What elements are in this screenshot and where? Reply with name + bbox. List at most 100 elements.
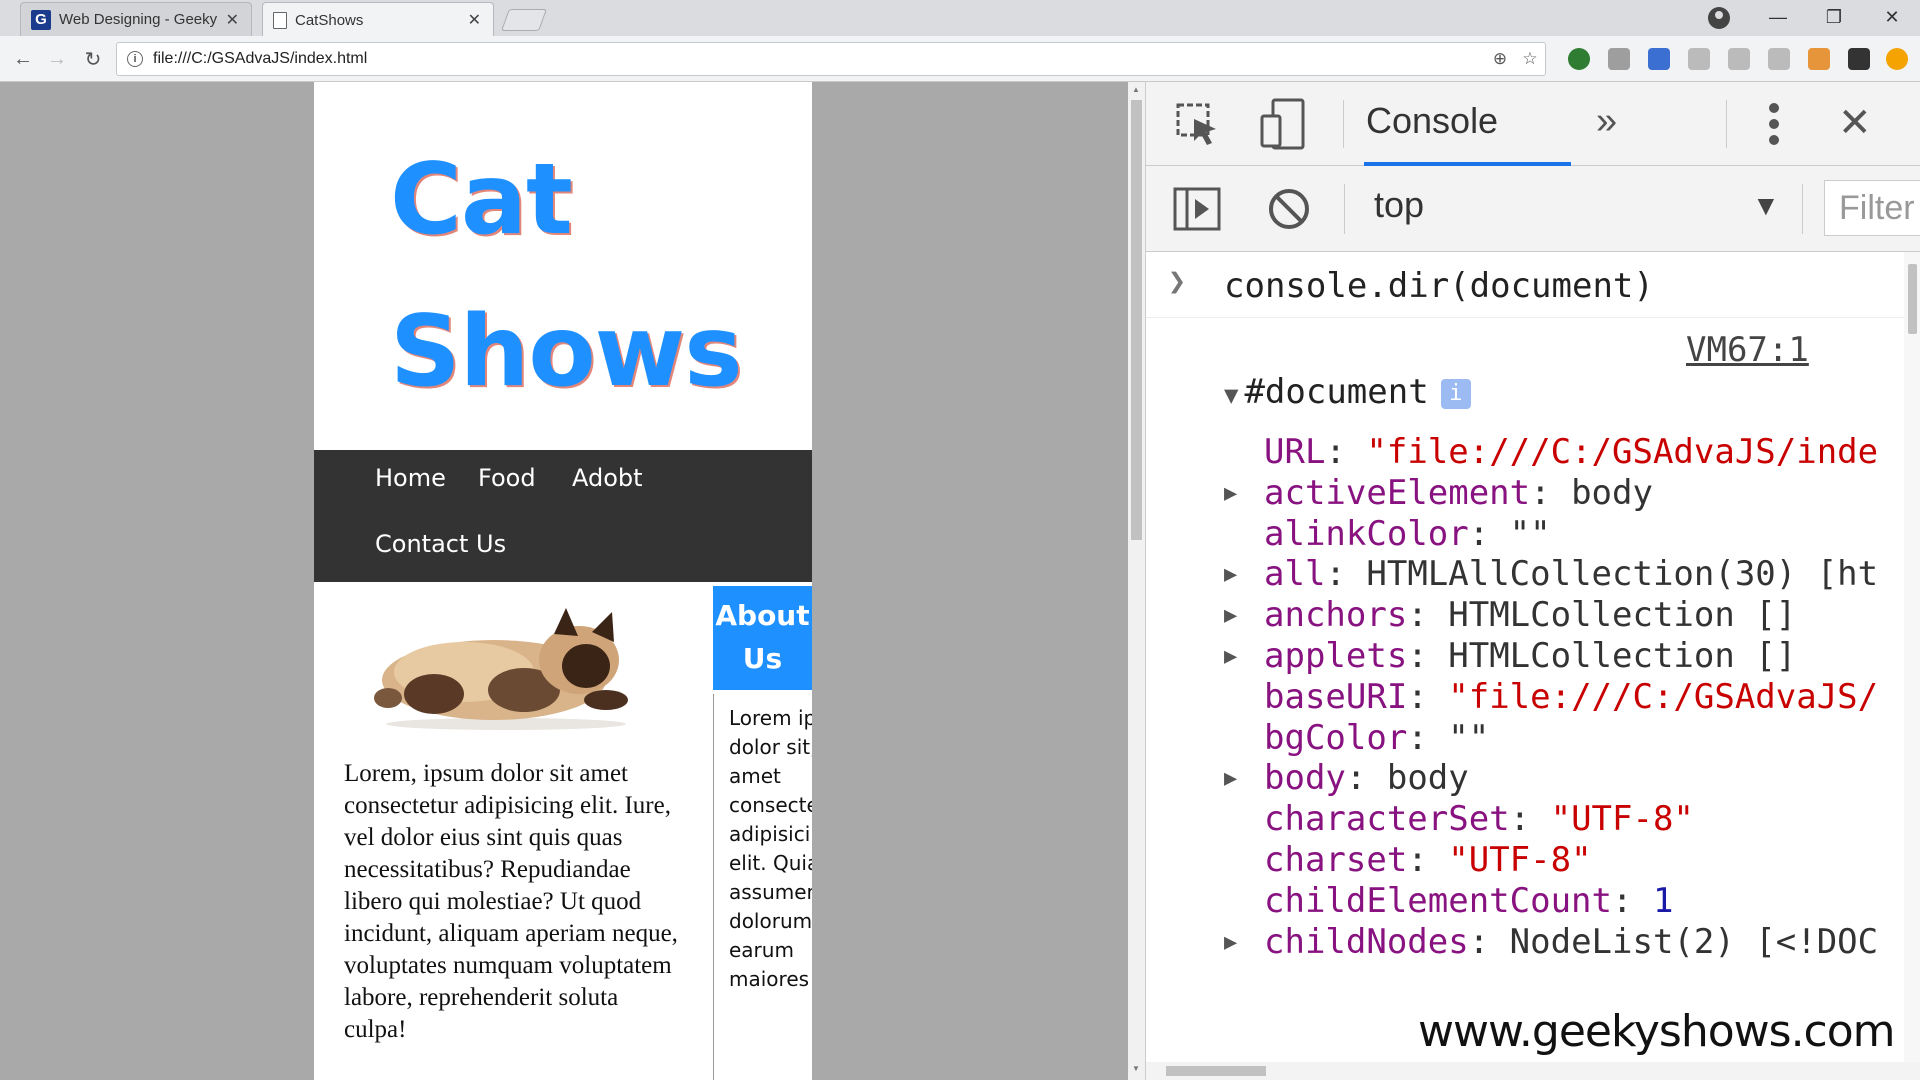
devtools-menu-icon[interactable] xyxy=(1764,102,1784,146)
tab-close-icon[interactable]: ✕ xyxy=(468,10,481,30)
document-object-row[interactable]: ▼ #document i xyxy=(1224,372,1471,412)
extension-code-icon[interactable] xyxy=(1768,48,1790,70)
page-scrollbar[interactable]: ▲ ▼ xyxy=(1128,82,1145,1080)
about-heading: About Us xyxy=(713,586,812,690)
about-paragraph: Lorem ipsum dolor sit, amet consectetur … xyxy=(713,694,812,1080)
console-scrollbar[interactable] xyxy=(1904,252,1920,1062)
console-command-row: ❯ console.dir(document) xyxy=(1146,252,1904,318)
collapsed-triangle-icon[interactable]: ▶ xyxy=(1224,562,1237,587)
browser-toolbar: ← → ↻ i file:///C:/GSAdvaJS/index.html ⊕… xyxy=(0,36,1920,82)
devtools-panel: Console » ✕ top ▼ Filter ❯ console.dir(d… xyxy=(1145,82,1920,1080)
window-close-icon[interactable]: ✕ xyxy=(1870,0,1914,34)
property-key: activeElement xyxy=(1264,472,1531,513)
console-hscrollbar-thumb[interactable] xyxy=(1166,1066,1266,1076)
extension-incognito-icon[interactable] xyxy=(1848,48,1870,70)
info-badge-icon[interactable]: i xyxy=(1440,378,1471,409)
catshows-site: Cat Shows Home Food Adobt Contact Us Lor… xyxy=(314,82,812,1080)
nav-home-link[interactable]: Home xyxy=(375,464,446,492)
devtools-close-icon[interactable]: ✕ xyxy=(1838,100,1872,146)
collapsed-triangle-icon[interactable]: ▶ xyxy=(1224,766,1237,791)
main-paragraph: Lorem, ipsum dolor sit amet consectetur … xyxy=(344,760,678,1043)
property-value: NodeList(2) [<!DOC xyxy=(1509,921,1879,962)
toolbar-divider xyxy=(1802,184,1803,234)
console-filter-input[interactable]: Filter xyxy=(1824,180,1920,236)
console-hscrollbar[interactable] xyxy=(1146,1062,1920,1080)
watermark: www.geekyshows.com xyxy=(1418,1006,1896,1057)
back-arrow-icon[interactable]: ← xyxy=(10,46,36,72)
property-colon: : xyxy=(1407,676,1449,717)
scroll-down-icon[interactable]: ▼ xyxy=(1132,1064,1140,1073)
property-key: childNodes xyxy=(1264,921,1469,962)
expanded-triangle-icon[interactable]: ▼ xyxy=(1224,381,1238,409)
property-colon: : xyxy=(1345,758,1387,799)
nav-adobt-link[interactable]: Adobt xyxy=(572,464,643,492)
site-info-icon[interactable]: i xyxy=(127,51,143,67)
document-label: #document xyxy=(1244,372,1429,412)
extension-puzzle-icon[interactable] xyxy=(1728,48,1750,70)
new-tab-button[interactable] xyxy=(500,9,548,31)
property-key: all xyxy=(1264,554,1326,595)
extension-formula-icon[interactable] xyxy=(1688,48,1710,70)
context-selector[interactable]: top xyxy=(1374,184,1424,226)
property-value: HTMLCollection [] xyxy=(1448,636,1797,676)
toolbar-divider xyxy=(1726,100,1727,148)
property-value: "" xyxy=(1509,513,1551,554)
nav-food-link[interactable]: Food xyxy=(478,464,536,492)
nav-contact-link[interactable]: Contact Us xyxy=(375,530,506,558)
prompt-chevron-icon: ❯ xyxy=(1168,264,1187,299)
tab-close-icon[interactable]: ✕ xyxy=(226,10,239,30)
extension-dropper-icon[interactable] xyxy=(1808,48,1830,70)
property-value: body xyxy=(1571,472,1653,513)
property-key: applets xyxy=(1264,636,1408,676)
clear-console-icon[interactable] xyxy=(1266,186,1312,232)
site-title: Cat Shows xyxy=(390,124,790,428)
source-link[interactable]: VM67:1 xyxy=(1686,330,1809,370)
inspect-element-icon[interactable] xyxy=(1174,102,1224,148)
property-value: "UTF-8" xyxy=(1550,799,1694,840)
notification-alert-icon[interactable] xyxy=(1886,48,1908,70)
property-value: "file:///C:/GSAdvaJS/inde xyxy=(1366,432,1879,472)
reload-icon[interactable]: ↻ xyxy=(80,46,106,72)
tab-console[interactable]: Console xyxy=(1366,100,1498,142)
console-scrollbar-thumb[interactable] xyxy=(1908,264,1917,334)
more-tabs-icon[interactable]: » xyxy=(1596,100,1617,143)
zoom-icon[interactable]: ⊕ xyxy=(1485,49,1515,69)
site-title-line1: Cat xyxy=(390,143,573,257)
geekyshows-favicon-icon: G xyxy=(31,9,51,30)
property-colon: : xyxy=(1407,840,1449,880)
collapsed-triangle-icon[interactable]: ▶ xyxy=(1224,603,1237,628)
console-toolbar xyxy=(1146,166,1920,252)
forward-arrow-icon[interactable]: → xyxy=(44,46,70,72)
address-url[interactable]: file:///C:/GSAdvaJS/index.html xyxy=(153,50,1485,68)
extension-globe-icon[interactable] xyxy=(1568,48,1590,70)
collapsed-triangle-icon[interactable]: ▶ xyxy=(1224,644,1237,669)
property-colon: : xyxy=(1530,472,1572,513)
property-value: HTMLAllCollection(30) [ht xyxy=(1366,554,1879,595)
extension-camera-icon[interactable] xyxy=(1608,48,1630,70)
tab-web-designing[interactable]: G Web Designing - Geeky S ✕ xyxy=(20,2,252,36)
profile-icon[interactable] xyxy=(1708,7,1730,29)
restore-icon[interactable]: ❐ xyxy=(1812,0,1856,34)
property-key: anchors xyxy=(1264,595,1408,636)
device-toolbar-icon[interactable] xyxy=(1258,98,1308,150)
collapsed-triangle-icon[interactable]: ▶ xyxy=(1224,481,1237,506)
property-key: baseURI xyxy=(1264,676,1408,717)
property-key: childElementCount xyxy=(1264,880,1612,921)
property-value: 1 xyxy=(1652,880,1674,921)
address-bar[interactable]: i file:///C:/GSAdvaJS/index.html ⊕ ☆ xyxy=(116,42,1546,76)
property-colon: : xyxy=(1468,921,1510,962)
show-sidebar-icon[interactable] xyxy=(1172,186,1222,232)
scroll-up-icon[interactable]: ▲ xyxy=(1132,85,1140,94)
about-sidebar: About Us Lorem ipsum dolor sit, amet con… xyxy=(713,586,812,1080)
site-navbar: Home Food Adobt Contact Us xyxy=(314,450,812,582)
page-scrollbar-thumb[interactable] xyxy=(1131,100,1142,540)
property-colon: : xyxy=(1509,799,1551,840)
tab-catshows[interactable]: CatShows ✕ xyxy=(262,2,494,37)
bookmark-star-icon[interactable]: ☆ xyxy=(1515,49,1545,69)
context-dropdown-icon[interactable]: ▼ xyxy=(1752,190,1780,222)
property-key: bgColor xyxy=(1264,717,1408,758)
minimize-icon[interactable]: — xyxy=(1756,0,1800,34)
toolbar-divider xyxy=(1344,184,1345,234)
extension-eyedropper-icon[interactable] xyxy=(1648,48,1670,70)
collapsed-triangle-icon[interactable]: ▶ xyxy=(1224,930,1237,955)
